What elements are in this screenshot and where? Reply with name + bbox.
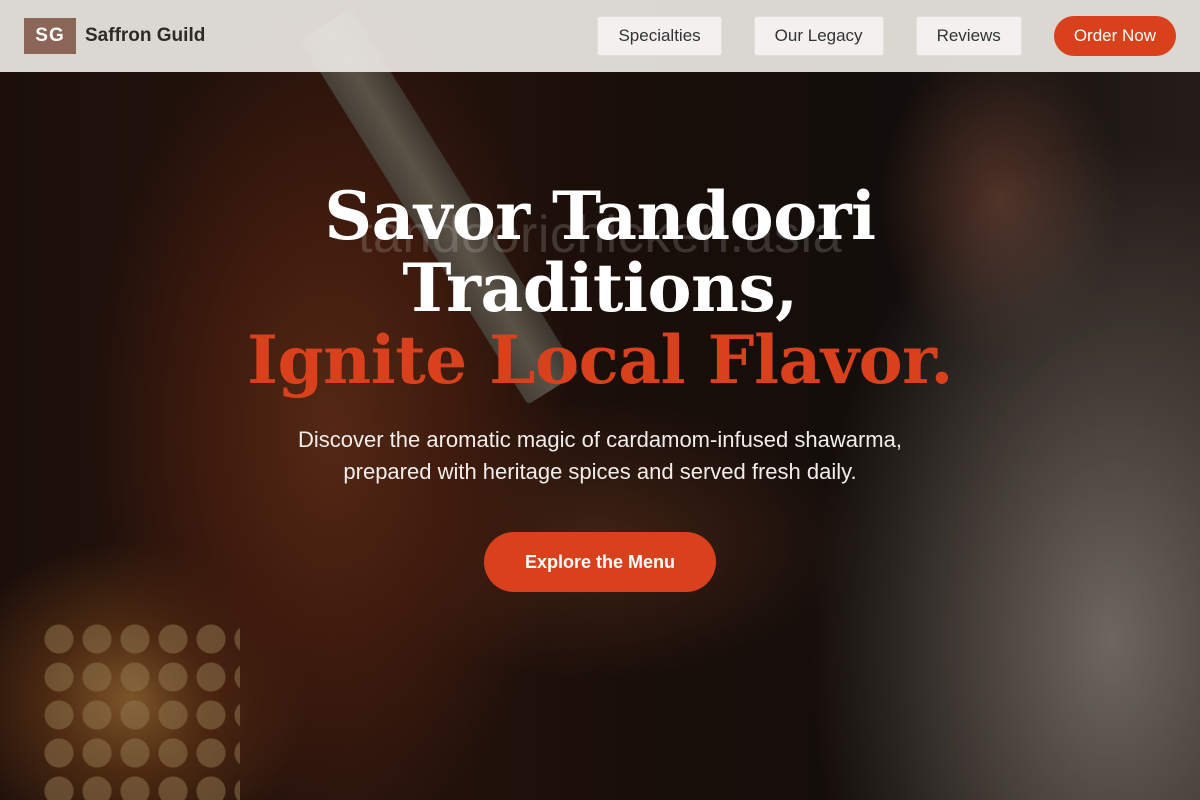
headline-line-2: Traditions,: [402, 249, 798, 327]
explore-menu-button[interactable]: Explore the Menu: [484, 532, 716, 592]
page: SG Saffron Guild Specialties Our Legacy …: [0, 0, 1200, 800]
logo-mark[interactable]: SG: [24, 18, 76, 54]
brand[interactable]: SG Saffron Guild: [24, 18, 205, 54]
nav-link-our-legacy[interactable]: Our Legacy: [753, 16, 884, 56]
top-navbar: SG Saffron Guild Specialties Our Legacy …: [0, 0, 1200, 72]
brand-name[interactable]: Saffron Guild: [85, 25, 205, 47]
order-now-button[interactable]: Order Now: [1053, 16, 1176, 56]
hero-headline: Savor Tandoori Traditions, Ignite Local …: [0, 180, 1200, 396]
nav-link-specialties[interactable]: Specialties: [597, 16, 722, 56]
nav-links: Specialties Our Legacy Reviews Order Now: [597, 16, 1176, 56]
hero-content: Savor Tandoori Traditions, Ignite Local …: [0, 180, 1200, 592]
nav-link-reviews[interactable]: Reviews: [915, 16, 1022, 56]
hero-subtitle: Discover the aromatic magic of cardamom-…: [297, 427, 902, 484]
headline-line-1: Savor Tandoori: [324, 177, 876, 255]
headline-accent-line: Ignite Local Flavor.: [247, 321, 953, 399]
